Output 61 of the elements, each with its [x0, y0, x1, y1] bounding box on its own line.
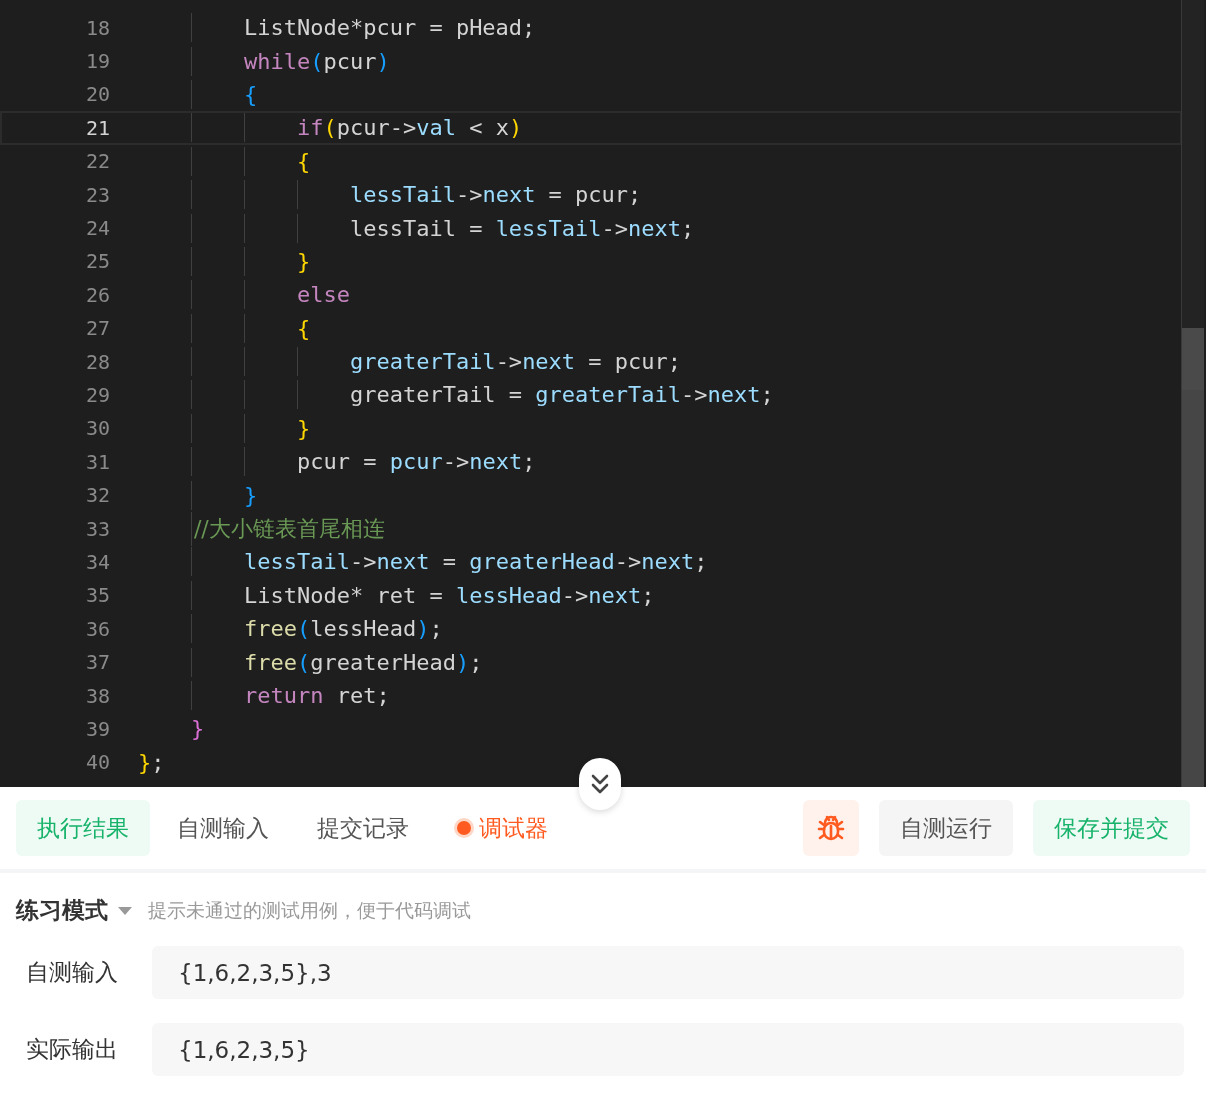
line-number: 36: [84, 616, 110, 641]
line-number: 32: [84, 483, 110, 508]
line-number: 29: [84, 383, 110, 407]
field-label: 实际输出: [25, 1035, 119, 1064]
code-line: {: [138, 315, 311, 341]
code-line: free(greaterHead);: [138, 649, 483, 675]
line-number: 18: [84, 15, 110, 40]
run-button[interactable]: 自测运行: [879, 800, 1013, 856]
code-line: lessTail = lessTail->next;: [138, 215, 695, 241]
line-number: 23: [84, 182, 110, 207]
line-number: 39: [84, 716, 110, 741]
code-line: }: [138, 482, 258, 508]
line-number: 22: [84, 149, 110, 174]
code-line: ListNode* ret = lessHead->next;: [138, 582, 655, 608]
line-number: 30: [84, 416, 110, 441]
line-number: 21: [84, 115, 110, 140]
tab[interactable]: 提交记录: [296, 800, 430, 856]
code-line: {: [138, 148, 311, 174]
scrollbar[interactable]: [1181, 0, 1204, 787]
code-line: }: [189, 716, 205, 742]
code-line: while(pcur): [138, 48, 390, 74]
double-chevron-down-icon: [590, 773, 610, 795]
value-field: {1,6,2,3,5}: [152, 1023, 1184, 1076]
code-line: else: [138, 282, 350, 308]
code-line: lessTail->next = greaterHead->next;: [138, 549, 708, 575]
line-number: 25: [84, 249, 110, 274]
line-number: 34: [84, 549, 110, 574]
line-number: 33: [84, 516, 110, 541]
value-field: {1,6,2,3,5},3: [152, 946, 1184, 999]
code-line: {: [138, 81, 258, 107]
status-dot: [457, 821, 471, 835]
mode-dropdown[interactable]: 练习模式: [16, 895, 132, 926]
code-line: //大小链表首尾相连: [138, 513, 385, 544]
line-number: 27: [84, 316, 110, 341]
code-line: };: [138, 749, 165, 775]
collapse-button[interactable]: [579, 758, 621, 810]
code-line: pcur = pcur->next;: [138, 449, 536, 475]
line-number: 35: [84, 583, 110, 608]
line-number: 37: [84, 650, 110, 675]
line-number: 40: [84, 750, 110, 775]
code-line: greaterTail = greaterTail->next;: [138, 382, 774, 408]
code-line: }: [138, 415, 311, 441]
line-number: 31: [84, 449, 110, 474]
line-number: 20: [84, 82, 110, 107]
line-number: 38: [84, 683, 110, 708]
code-line: free(lessHead);: [138, 616, 443, 642]
line-number: 19: [84, 49, 110, 74]
line-number: 24: [84, 216, 110, 241]
code-line: if(pcur->val < x): [138, 115, 523, 141]
debug-button[interactable]: [803, 800, 859, 856]
code-line: ListNode*pcur = pHead;: [138, 15, 536, 41]
caret-icon: [118, 906, 132, 915]
field-label: 自测输入: [25, 958, 119, 987]
code-line: greaterTail->next = pcur;: [138, 349, 682, 375]
tab[interactable]: 自测输入: [156, 800, 290, 856]
line-number: 28: [84, 349, 110, 374]
code-line: }: [138, 248, 311, 274]
code-line: return ret;: [138, 683, 390, 708]
code-line: lessTail->next = pcur;: [138, 182, 642, 208]
mode-hint: 提示未通过的测试用例，便于代码调试: [148, 897, 471, 923]
line-number: 26: [84, 282, 110, 307]
